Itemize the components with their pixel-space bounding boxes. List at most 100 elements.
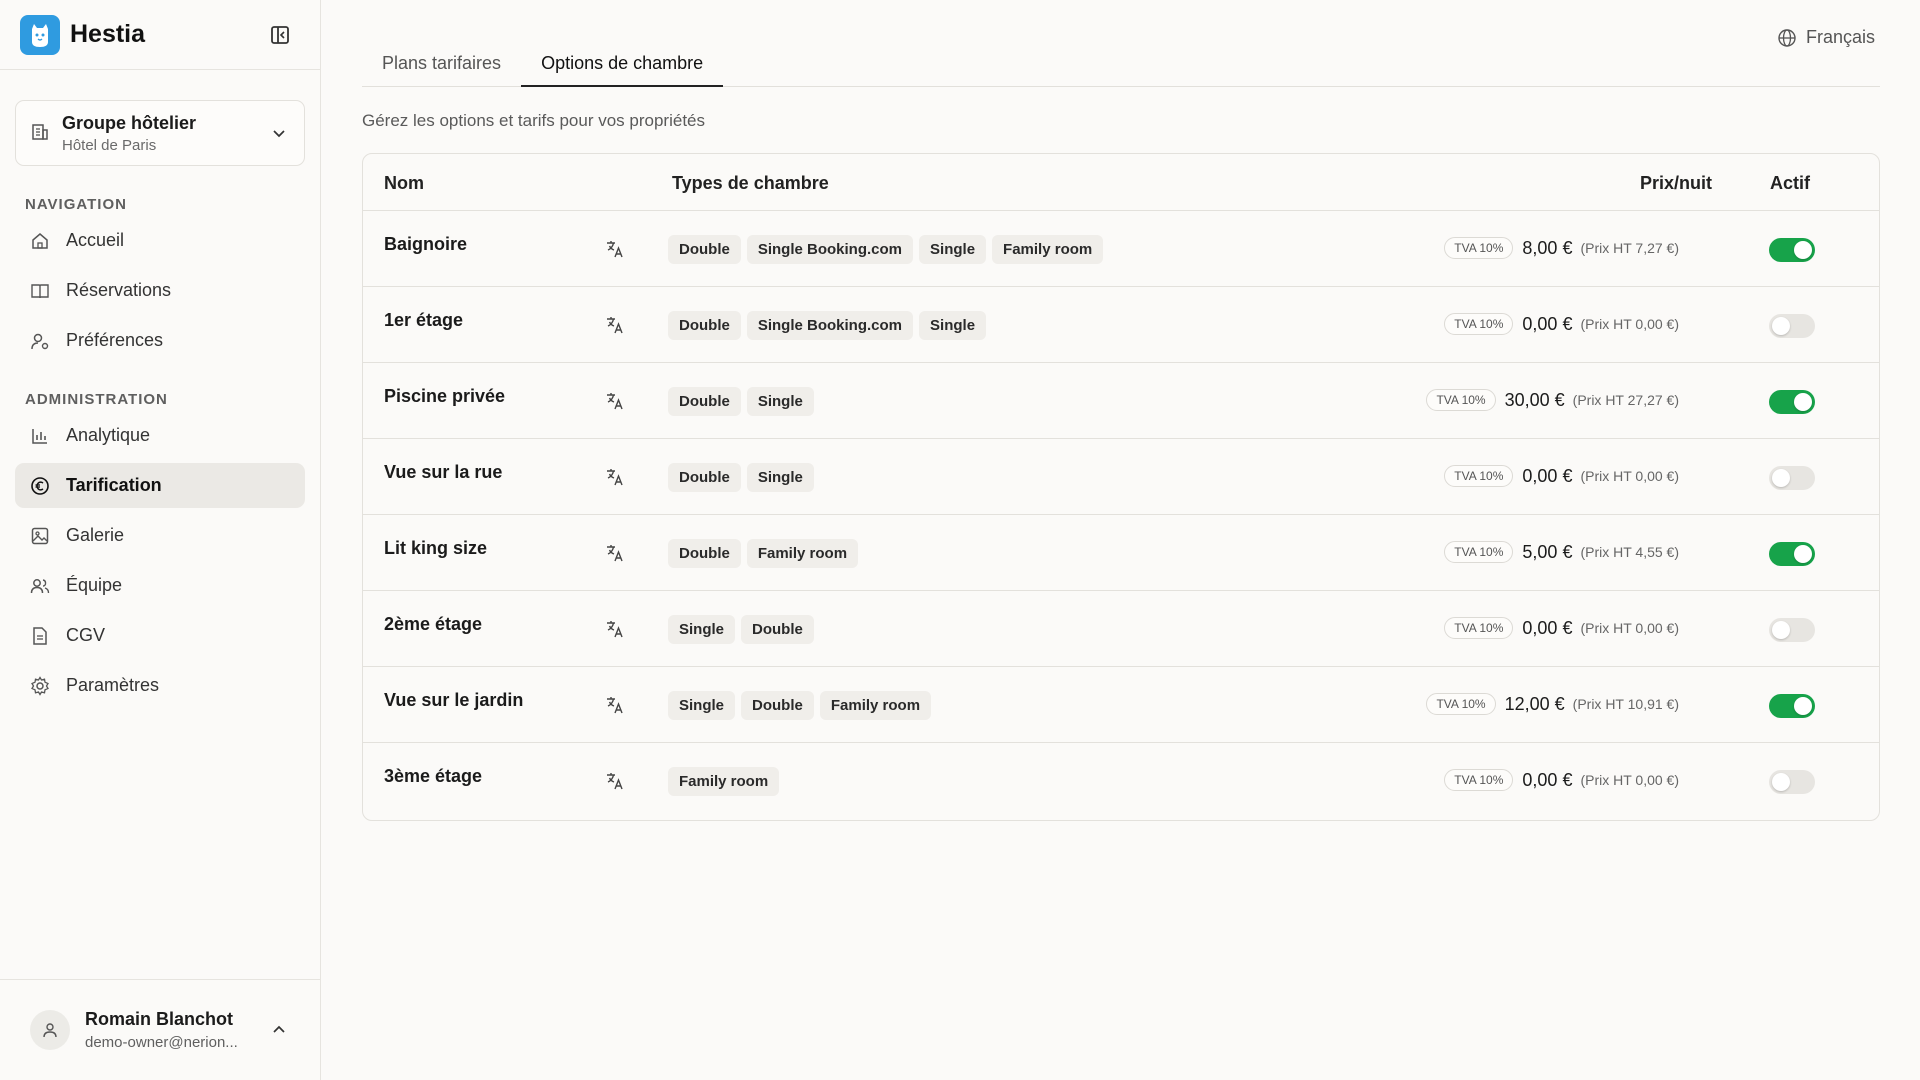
room-type-chip: Single: [668, 615, 736, 644]
active-toggle[interactable]: [1769, 542, 1815, 566]
org-switcher[interactable]: Groupe hôtelier Hôtel de Paris: [15, 100, 305, 166]
toggle-knob: [1772, 317, 1790, 335]
translate-icon[interactable]: [605, 695, 625, 715]
building-icon: [30, 121, 50, 146]
active-toggle[interactable]: [1769, 770, 1815, 794]
tva-badge: TVA 10%: [1444, 313, 1514, 335]
user-name: Romain Blanchot: [85, 1009, 234, 1029]
table-row: 1er étage Double Single Booking.com Single T…: [363, 287, 1879, 363]
translate-icon[interactable]: [605, 467, 625, 487]
toggle-knob: [1794, 393, 1812, 411]
price-cell: TVA 10% 12,00 € (Prix HT 10,91 €): [1426, 693, 1679, 715]
table-row: 3ème étage Family room TVA 10% 0,00 € (Prix …: [363, 743, 1879, 819]
user-email: demo-owner@nerion...: [85, 1034, 238, 1051]
translate-icon[interactable]: [605, 619, 625, 639]
section-administration: ADMINISTRATION: [25, 391, 168, 408]
tva-badge: TVA 10%: [1426, 693, 1496, 715]
sidebar-item-equipe[interactable]: Équipe: [15, 563, 305, 608]
price-ht: (Prix HT 0,00 €): [1580, 772, 1679, 788]
translate-icon[interactable]: [605, 391, 625, 411]
room-type-chip: Single: [919, 311, 987, 340]
table-row: Vue sur la rue Double Single TVA 10% 0,00 € (…: [363, 439, 1879, 515]
price-cell: TVA 10% 8,00 € (Prix HT 7,27 €): [1444, 237, 1679, 259]
price-cell: TVA 10% 0,00 € (Prix HT 0,00 €): [1444, 617, 1679, 639]
document-icon: [30, 626, 50, 646]
org-subtitle: Hôtel de Paris: [62, 136, 157, 154]
price-amount: 12,00 €: [1504, 693, 1565, 714]
room-type-chip: Family room: [992, 235, 1104, 264]
room-type-chip: Family room: [668, 767, 780, 796]
active-toggle[interactable]: [1769, 390, 1815, 414]
sidebar-item-preferences[interactable]: Préférences: [15, 318, 305, 363]
room-type-chip: Double: [668, 235, 741, 264]
chevron-down-icon: [271, 125, 287, 146]
option-name: 3ème étage: [384, 766, 483, 786]
avatar: [30, 1010, 70, 1050]
sidebar-item-label: Accueil: [66, 230, 125, 250]
home-icon: [30, 231, 50, 251]
sidebar-item-label: Équipe: [66, 575, 123, 595]
app-name: Hestia: [70, 20, 146, 48]
room-type-chip: Double: [668, 387, 741, 416]
active-toggle[interactable]: [1769, 466, 1815, 490]
room-type-chip: Family room: [746, 539, 859, 568]
table-row: Lit king size Double Family room TVA 10% 5,0…: [363, 515, 1879, 591]
table-row: Vue sur le jardin Single Double Family room…: [363, 667, 1879, 743]
option-name: Piscine privée: [384, 386, 506, 406]
active-toggle[interactable]: [1769, 238, 1815, 262]
translate-icon[interactable]: [605, 239, 625, 259]
tva-badge: TVA 10%: [1444, 465, 1514, 487]
price-amount: 8,00 €: [1522, 237, 1573, 258]
room-types: Double Single Booking.com Single Family roo…: [668, 235, 1104, 264]
translate-icon[interactable]: [605, 771, 625, 791]
sidebar-item-cgv[interactable]: CGV: [15, 613, 305, 658]
sidebar-item-parametres[interactable]: Paramètres: [15, 663, 305, 708]
price-amount: 0,00 €: [1522, 769, 1573, 790]
active-toggle[interactable]: [1769, 314, 1815, 338]
price-ht: (Prix HT 7,27 €): [1580, 240, 1679, 256]
user-menu[interactable]: Romain Blanchot demo-owner@nerion...: [0, 979, 321, 1080]
tab-bar: Plans tarifaires Options de chambre: [362, 40, 1880, 87]
toggle-knob: [1794, 545, 1812, 563]
euro-icon: [30, 476, 50, 496]
tva-badge: TVA 10%: [1444, 617, 1514, 639]
table-row: Baignoire Double Single Booking.com Single F…: [363, 211, 1879, 287]
active-toggle[interactable]: [1769, 618, 1815, 642]
section-navigation: NAVIGATION: [25, 196, 127, 213]
translate-icon[interactable]: [605, 315, 625, 335]
column-header-name: Nom: [384, 173, 424, 193]
price-ht: (Prix HT 27,27 €): [1572, 392, 1679, 408]
org-title: Groupe hôtelier: [62, 112, 197, 133]
sidebar-item-tarification[interactable]: Tarification: [15, 463, 305, 508]
user-settings-icon: [30, 331, 50, 351]
sidebar-item-reservations[interactable]: Réservations: [15, 268, 305, 313]
room-types: Double Single Booking.com Single: [668, 311, 987, 340]
translate-icon[interactable]: [605, 543, 625, 563]
price-cell: TVA 10% 0,00 € (Prix HT 0,00 €): [1444, 465, 1679, 487]
option-name: Baignoire: [384, 234, 468, 254]
room-types: Double Family room: [668, 539, 859, 568]
room-type-chip: Single Booking.com: [746, 235, 914, 264]
table-row: 2ème étage Single Double TVA 10% 0,00 € (Prix…: [363, 591, 1879, 667]
option-name: Vue sur le jardin: [384, 690, 524, 710]
active-toggle[interactable]: [1769, 694, 1815, 718]
price-cell: TVA 10% 30,00 € (Prix HT 27,27 €): [1426, 389, 1679, 411]
tva-badge: TVA 10%: [1426, 389, 1496, 411]
column-header-types: Types de chambre: [672, 173, 829, 193]
sidebar-item-galerie[interactable]: Galerie: [15, 513, 305, 558]
price-amount: 30,00 €: [1504, 389, 1565, 410]
sidebar-item-label: Analytique: [66, 425, 151, 445]
tab-options-de-chambre[interactable]: Options de chambre: [521, 40, 724, 87]
sidebar-collapse-icon[interactable]: [270, 25, 290, 45]
tab-plans-tarifaires[interactable]: Plans tarifaires: [362, 40, 521, 87]
tva-badge: TVA 10%: [1444, 541, 1514, 563]
sidebar-item-accueil[interactable]: Accueil: [15, 218, 305, 263]
price-amount: 5,00 €: [1522, 541, 1573, 562]
sidebar-item-label: Réservations: [66, 280, 172, 300]
sidebar-item-analytique[interactable]: Analytique: [15, 413, 305, 458]
sidebar: Hestia Groupe hôtelier Hôtel de Paris NA…: [0, 0, 321, 1080]
room-type-chip: Single Booking.com: [746, 311, 914, 340]
price-amount: 0,00 €: [1522, 313, 1573, 334]
gear-icon: [30, 675, 50, 696]
column-header-price: Prix/nuit: [1639, 173, 1712, 193]
